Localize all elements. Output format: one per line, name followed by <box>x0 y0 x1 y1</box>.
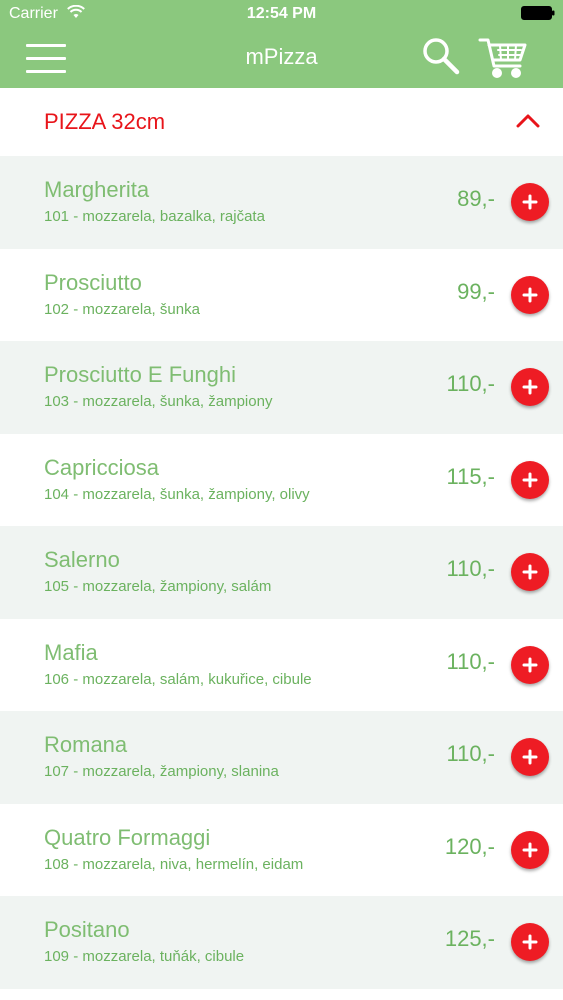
item-price: 110,- <box>446 371 495 396</box>
item-description: 102 - mozzarela, šunka <box>44 300 200 318</box>
category-title: PIZZA 32cm <box>44 109 166 134</box>
search-button[interactable] <box>421 36 461 76</box>
plus-icon <box>522 657 538 672</box>
menu-item-quatro-formaggi[interactable]: Quatro Formaggi 108 - mozzarela, niva, h… <box>0 803 563 896</box>
add-to-cart-button[interactable] <box>511 645 549 684</box>
item-price: 115,- <box>446 463 495 489</box>
item-description: 109 - mozzarela, tuňák, cibule <box>44 948 245 965</box>
item-price: 89,- <box>457 186 495 211</box>
menu-item-margherita[interactable]: Margherita 101 - mozzarela, bazalka, raj… <box>0 156 563 249</box>
item-description: 104 - mozzarela, šunka, žampiony, olivy <box>44 485 310 503</box>
item-price: 125,- <box>444 926 495 951</box>
shopping-cart-button[interactable] <box>478 36 528 80</box>
item-description: 106 - mozzarela, salám, kukuřice, cibule <box>44 670 312 688</box>
item-price: 110,- <box>446 648 495 674</box>
add-to-cart-button[interactable] <box>511 368 549 406</box>
add-to-cart-button[interactable] <box>511 830 549 869</box>
add-to-cart-button[interactable] <box>511 923 549 961</box>
plus-icon <box>522 194 538 210</box>
plus-icon <box>522 564 538 580</box>
plus-icon <box>522 379 538 395</box>
status-time: 12:54 PM <box>246 5 317 22</box>
item-price: 99,- <box>457 278 495 304</box>
navigation-bar: mPizza <box>0 30 563 88</box>
menu-item-salerno[interactable]: Salerno 105 - mozzarela, žampiony, salám… <box>0 526 563 619</box>
menu-item-mafia[interactable]: Mafia 106 - mozzarela, salám, kukuřice, … <box>0 618 563 711</box>
plus-icon <box>522 472 538 487</box>
item-name: Prosciutto <box>44 269 142 295</box>
item-name: Margherita <box>44 177 150 202</box>
item-name: Positano <box>44 917 130 942</box>
add-to-cart-button[interactable] <box>511 738 549 776</box>
item-name: Salerno <box>44 547 120 572</box>
add-to-cart-button[interactable] <box>511 460 549 499</box>
menu-item-prosciutto[interactable]: Prosciutto 102 - mozzarela, šunka 99,- <box>0 248 563 341</box>
plus-icon <box>522 287 538 302</box>
status-bar: Carrier 12:54 PM <box>0 0 563 30</box>
item-name: Mafia <box>44 639 98 665</box>
item-name: Capricciosa <box>44 454 159 480</box>
add-to-cart-button[interactable] <box>511 553 549 591</box>
app-header: Carrier 12:54 PM mPizza <box>0 0 563 88</box>
battery-icon <box>521 6 555 20</box>
item-description: 108 - mozzarela, niva, hermelín, eidam <box>44 855 304 873</box>
item-price: 110,- <box>446 556 495 581</box>
menu-item-romana[interactable]: Romana 107 - mozzarela, žampiony, slanin… <box>0 711 563 804</box>
shopping-cart-icon <box>478 38 527 78</box>
item-name: Romana <box>44 732 128 757</box>
search-icon <box>423 38 460 75</box>
item-price: 110,- <box>446 741 495 766</box>
menu-item-capricciosa[interactable]: Capricciosa 104 - mozzarela, šunka, žamp… <box>0 433 563 526</box>
add-to-cart-button[interactable] <box>511 183 549 221</box>
item-description: 103 - mozzarela, šunka, žampiony <box>44 393 273 410</box>
plus-icon <box>522 842 538 857</box>
plus-icon <box>522 749 538 765</box>
chevron-up-icon[interactable] <box>514 110 542 130</box>
plus-icon <box>522 934 538 950</box>
item-description: 105 - mozzarela, žampiony, salám <box>44 578 272 595</box>
pizza-menu-list: Margherita 101 - mozzarela, bazalka, raj… <box>0 156 563 989</box>
item-name: Prosciutto E Funghi <box>44 362 236 387</box>
menu-item-positano[interactable]: Positano 109 - mozzarela, tuňák, cibule … <box>0 896 563 989</box>
item-description: 101 - mozzarela, bazalka, rajčata <box>44 208 265 225</box>
item-description: 107 - mozzarela, žampiony, slanina <box>44 763 279 780</box>
category-header-pizza[interactable]: PIZZA 32cm <box>0 88 563 156</box>
item-price: 120,- <box>444 833 495 859</box>
item-name: Quatro Formaggi <box>44 824 211 850</box>
add-to-cart-button[interactable] <box>511 275 549 314</box>
hamburger-menu-icon-line <box>26 70 66 73</box>
menu-item-prosciutto-e-funghi[interactable]: Prosciutto E Funghi 103 - mozzarela, šun… <box>0 341 563 434</box>
